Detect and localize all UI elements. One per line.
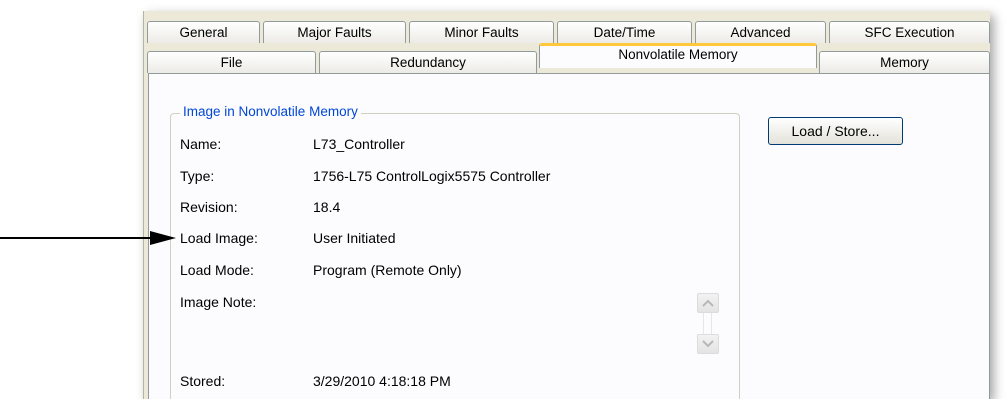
scroll-down-button[interactable] (697, 334, 719, 354)
name-label: Name: (180, 136, 222, 152)
name-value: L73_Controller (313, 136, 405, 152)
tab-date-time[interactable]: Date/Time (557, 21, 692, 43)
tab-nonvolatile-memory[interactable]: Nonvolatile Memory (539, 43, 817, 68)
load-mode-value: Program (Remote Only) (313, 262, 462, 278)
tab-major-faults[interactable]: Major Faults (263, 21, 406, 43)
scroll-up-button[interactable] (697, 293, 719, 313)
tab-general[interactable]: General (147, 21, 260, 43)
nonvolatile-image-group (170, 113, 740, 399)
tab-minor-faults[interactable]: Minor Faults (409, 21, 554, 43)
tab-redundancy[interactable]: Redundancy (319, 51, 537, 73)
image-note-label: Image Note: (180, 294, 257, 310)
load-image-value: User Initiated (313, 230, 396, 246)
tab-memory[interactable]: Memory (819, 51, 990, 73)
arrow-right-icon (0, 231, 176, 245)
group-title: Image in Nonvolatile Memory (180, 104, 361, 119)
load-mode-label: Load Mode: (180, 262, 254, 278)
tab-file[interactable]: File (147, 51, 316, 73)
stored-value: 3/29/2010 4:18:18 PM (313, 373, 451, 389)
revision-label: Revision: (180, 199, 238, 215)
revision-value: 18.4 (313, 199, 341, 215)
scroll-track[interactable] (703, 313, 712, 335)
load-image-label: Load Image: (180, 230, 258, 246)
tab-sfc-execution[interactable]: SFC Execution (829, 21, 990, 43)
type-value: 1756-L75 ControlLogix5575 Controller (313, 168, 551, 184)
stored-label: Stored: (180, 373, 226, 389)
load-store-button[interactable]: Load / Store... (768, 117, 903, 145)
type-label: Type: (180, 168, 215, 184)
scroll-down-icon (702, 340, 714, 348)
tab-advanced[interactable]: Advanced (695, 21, 826, 43)
scroll-up-icon (702, 299, 714, 307)
